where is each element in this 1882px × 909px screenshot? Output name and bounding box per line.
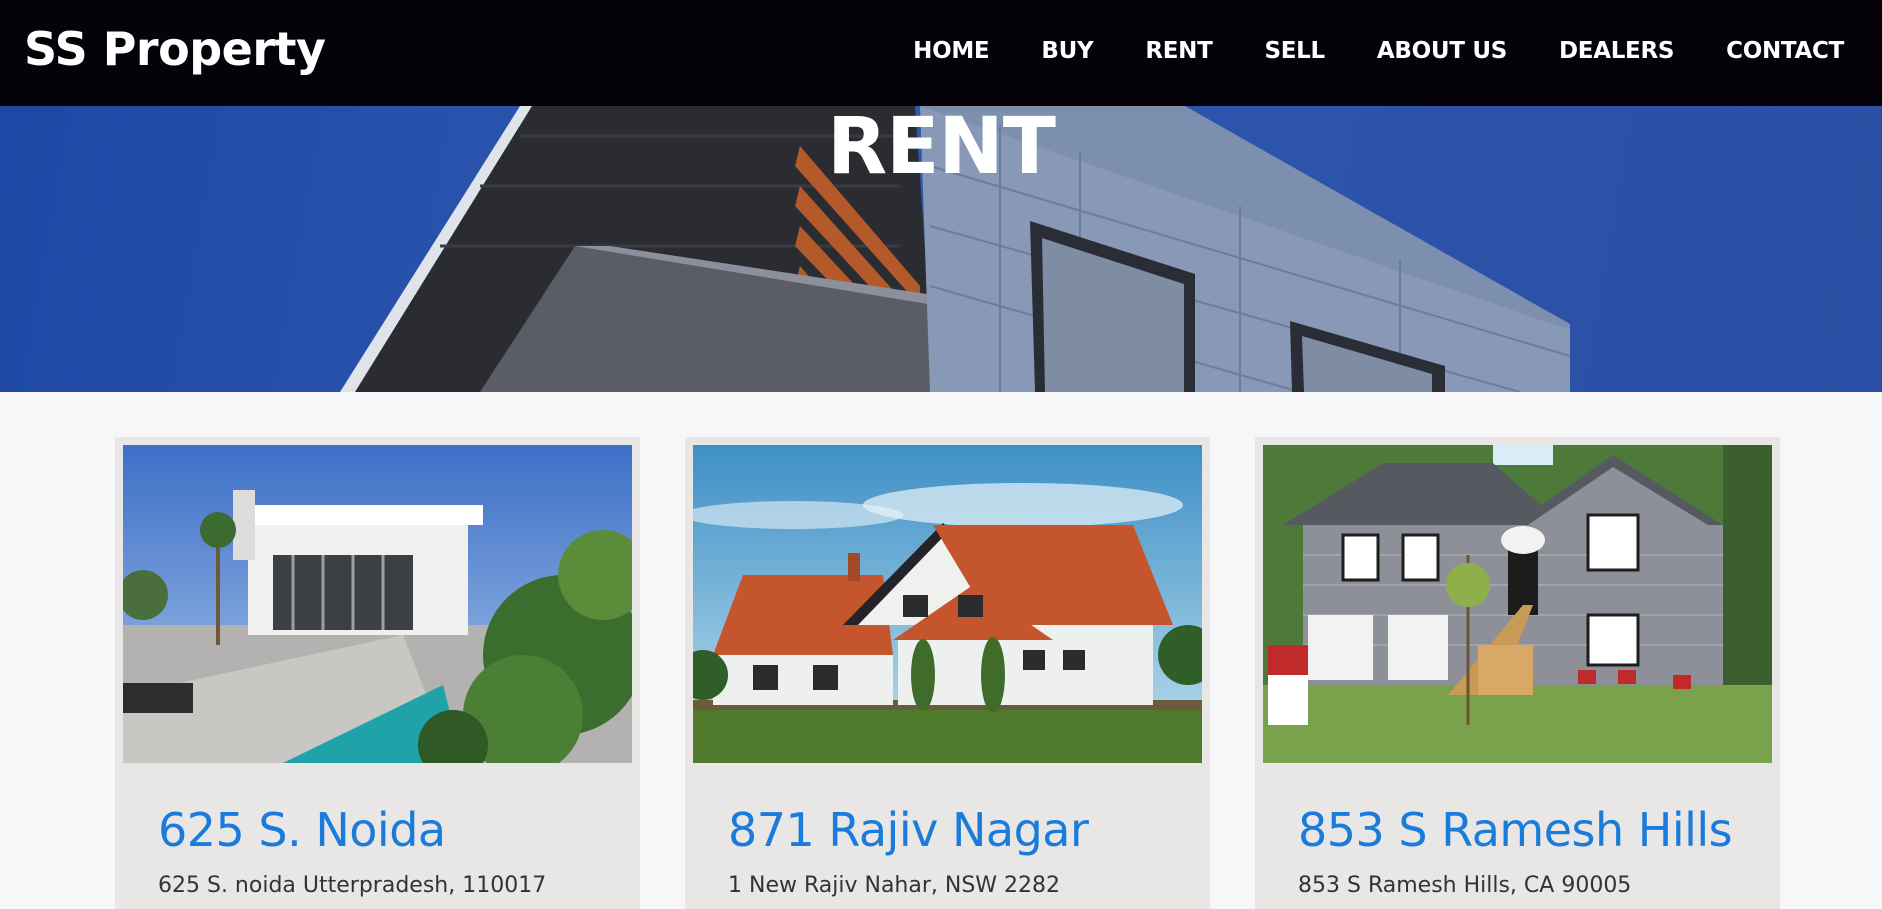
nav-link-sell[interactable]: SELL (1264, 38, 1325, 64)
property-card[interactable]: 853 S Ramesh Hills 853 S Ramesh Hills, C… (1255, 437, 1780, 909)
property-image-modern-villa[interactable] (123, 445, 632, 763)
property-address: 1 New Rajiv Nahar, NSW 2282 (728, 873, 1061, 898)
navbar: SS Property HOME BUY RENT SELL ABOUT US … (0, 0, 1882, 106)
nav-item-buy: BUY (989, 38, 1093, 64)
property-image-grey-house[interactable] (1263, 445, 1772, 763)
property-listing: 625 S. Noida 625 S. noida Utterpradesh, … (0, 392, 1882, 909)
nav-item-about: ABOUT US (1325, 38, 1507, 64)
property-title[interactable]: 871 Rajiv Nagar (728, 803, 1089, 857)
property-card[interactable]: 625 S. Noida 625 S. noida Utterpradesh, … (115, 437, 640, 909)
nav-item-dealers: DEALERS (1507, 38, 1674, 64)
property-title[interactable]: 625 S. Noida (158, 803, 446, 857)
nav-item-sell: SELL (1212, 38, 1325, 64)
nav-link-dealers[interactable]: DEALERS (1559, 38, 1674, 64)
nav-link-home[interactable]: HOME (913, 38, 990, 64)
property-image-tudor-house[interactable] (693, 445, 1202, 763)
nav-link-rent[interactable]: RENT (1145, 38, 1212, 64)
brand-logo[interactable]: SS Property (24, 22, 326, 76)
main-nav: HOME BUY RENT SELL ABOUT US DEALERS CONT… (861, 38, 1844, 64)
nav-item-contact: CONTACT (1674, 38, 1844, 64)
hero-banner: RENT (0, 106, 1882, 392)
hero-title: RENT (827, 106, 1056, 192)
property-card[interactable]: 871 Rajiv Nagar 1 New Rajiv Nahar, NSW 2… (685, 437, 1210, 909)
property-address: 625 S. noida Utterpradesh, 110017 (158, 873, 547, 898)
nav-link-buy[interactable]: BUY (1041, 38, 1093, 64)
nav-item-home: HOME (861, 38, 990, 64)
nav-link-about-us[interactable]: ABOUT US (1377, 38, 1507, 64)
nav-item-rent: RENT (1093, 38, 1212, 64)
property-address: 853 S Ramesh Hills, CA 90005 (1298, 873, 1632, 898)
nav-link-contact[interactable]: CONTACT (1726, 38, 1844, 64)
property-title[interactable]: 853 S Ramesh Hills (1298, 803, 1733, 857)
